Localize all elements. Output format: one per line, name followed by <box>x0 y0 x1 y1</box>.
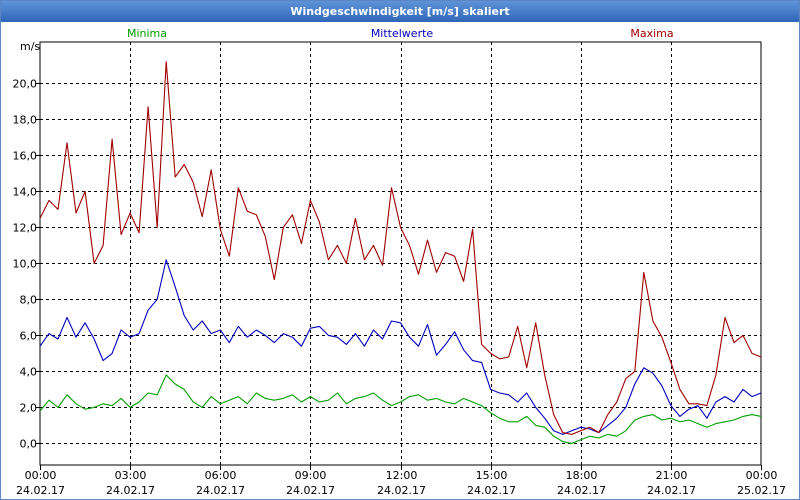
legend-maxima: Maxima <box>630 27 673 40</box>
x-tick-time-label: 15:00 <box>476 469 508 482</box>
x-tick-time-label: 06:00 <box>205 469 237 482</box>
y-tick-label: 4,0 <box>20 366 38 379</box>
y-tick-label: 2,0 <box>20 402 38 415</box>
window-title: Windgeschwindigkeit [m/s] skaliert <box>1 1 799 22</box>
y-tick-label: 10,0 <box>13 258 38 271</box>
y-tick-label: 20,0 <box>13 78 38 91</box>
legend-mittelwerte: Mittelwerte <box>371 27 434 40</box>
wind-speed-chart: 0,0 2,0 4,0 6,0 8,0 10,0 12,0 14,0 16,0 18,0 20,0 0… <box>13 27 786 497</box>
x-tick-time-label: 00:00 <box>746 469 778 482</box>
y-tick-label: 0,0 <box>20 438 38 451</box>
x-tick-time-label: 03:00 <box>115 469 147 482</box>
y-tick-label: 16,0 <box>13 150 38 163</box>
x-tick-date-label: 24.02.17 <box>467 484 516 497</box>
y-tick-label: 6,0 <box>20 330 38 343</box>
x-tick-time-label: 21:00 <box>656 469 688 482</box>
chart-window: Windgeschwindigkeit [m/s] skaliert 0,0 2,… <box>0 0 800 500</box>
x-tick-time-label: 00:00 <box>25 469 57 482</box>
y-tick-label: 12,0 <box>13 222 38 235</box>
y-axis-unit-label: m/s <box>20 40 40 53</box>
x-tick-time-label: 12:00 <box>386 469 418 482</box>
x-tick-date-label: 24.02.17 <box>377 484 426 497</box>
x-tick-date-label: 24.02.17 <box>106 484 155 497</box>
x-tick-date-label: 24.02.17 <box>196 484 245 497</box>
x-tick-date-label: 24.02.17 <box>286 484 335 497</box>
legend-minima: Minima <box>127 27 167 40</box>
y-tick-label: 8,0 <box>20 294 38 307</box>
x-tick-date-label: 25.02.17 <box>737 484 786 497</box>
x-tick-time-label: 18:00 <box>566 469 598 482</box>
x-tick-time-label: 09:00 <box>295 469 327 482</box>
y-tick-label: 14,0 <box>13 186 38 199</box>
x-tick-date-label: 24.02.17 <box>647 484 696 497</box>
x-tick-date-label: 24.02.17 <box>557 484 606 497</box>
x-tick-date-label: 24.02.17 <box>16 484 65 497</box>
y-tick-label: 18,0 <box>13 114 38 127</box>
